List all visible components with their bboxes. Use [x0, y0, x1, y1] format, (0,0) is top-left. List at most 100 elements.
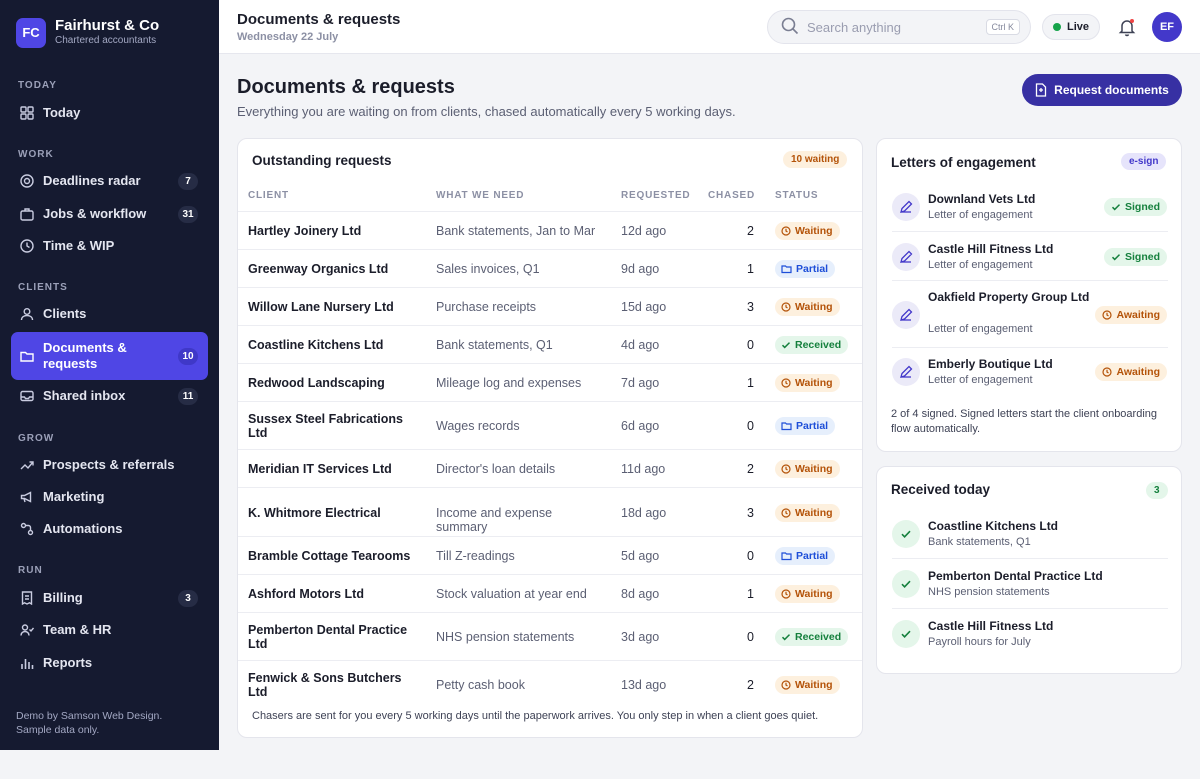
requested-items: Sales invoices, Q1 [436, 262, 540, 276]
sidebar-item-team[interactable]: Team & HR [11, 615, 208, 645]
client-name[interactable]: Sussex Steel Fabrications Ltd [248, 412, 418, 440]
table-row[interactable]: Greenway Organics Ltd Sales invoices, Q1… [238, 249, 862, 287]
sidebar-item-marketing[interactable]: Marketing [11, 482, 208, 512]
check-circle-icon [892, 520, 920, 548]
requested-items: Till Z-readings [436, 549, 515, 563]
sidebar-item-time[interactable]: Time & WIP [11, 231, 208, 261]
column-header-status[interactable]: STATUS [775, 190, 818, 201]
check-icon [781, 634, 791, 641]
brand[interactable]: FC Fairhurst & Co Chartered accountants [16, 17, 159, 48]
table-row[interactable]: Meridian IT Services Ltd Director's loan… [238, 449, 862, 487]
client-name[interactable]: Ashford Motors Ltd [248, 587, 418, 601]
sidebar-item-automations[interactable]: Automations [11, 514, 208, 544]
table-footer-note: Chasers are sent for you every 5 working… [252, 710, 819, 722]
sidebar-item-deadlines[interactable]: Deadlines radar 7 [11, 166, 208, 196]
table-row[interactable]: Hartley Joinery Ltd Bank statements, Jan… [238, 211, 862, 249]
sidebar-item-billing[interactable]: Billing 3 [11, 583, 208, 613]
status-badge: Received [775, 336, 849, 354]
team-icon [19, 622, 35, 638]
signature-status-badge: Signed [1103, 198, 1167, 216]
check-icon [781, 342, 791, 349]
status-label: Partial [796, 263, 829, 275]
requested-items: Bank statements, Q1 [436, 338, 553, 352]
table-row[interactable]: Fenwick & Sons Butchers Ltd Petty cash b… [238, 660, 862, 708]
live-status[interactable]: Live [1042, 14, 1101, 40]
megaphone-icon [19, 489, 35, 505]
column-header-need[interactable]: WHAT WE NEED [436, 190, 524, 201]
sidebar-item-jobs[interactable]: Jobs & workflow 31 [11, 199, 208, 229]
sidebar-item-inbox[interactable]: Shared inbox 11 [11, 381, 208, 411]
outstanding-title: Outstanding requests [252, 153, 392, 168]
engagement-doc-type: Letter of engagement [928, 209, 1033, 221]
engagement-item[interactable]: Emberly Boutique Ltd Letter of engagemen… [877, 348, 1167, 396]
sidebar-item-clients[interactable]: Clients [11, 299, 208, 329]
client-name[interactable]: Redwood Landscaping [248, 376, 418, 390]
client-name[interactable]: Bramble Cottage Tearooms [248, 549, 418, 563]
received-item[interactable]: Coastline Kitchens Ltd Bank statements, … [877, 509, 1167, 559]
search-placeholder: Search anything [807, 19, 901, 35]
engagement-item[interactable]: Downland Vets Ltd Letter of engagement S… [877, 182, 1167, 232]
column-header-chased[interactable]: CHASED [708, 190, 755, 201]
sidebar: FC Fairhurst & Co Chartered accountants … [0, 0, 219, 750]
check-circle-icon [892, 570, 920, 598]
requested-age: 15d ago [621, 300, 667, 314]
client-name[interactable]: Coastline Kitchens Ltd [248, 338, 418, 352]
table-row[interactable]: Bramble Cottage Tearooms Till Z-readings… [238, 536, 862, 574]
folder-icon [781, 265, 792, 274]
column-header-client[interactable]: CLIENT [248, 190, 289, 201]
engagement-item[interactable]: Castle Hill Fitness Ltd Letter of engage… [877, 232, 1167, 281]
chart-icon [19, 655, 35, 671]
nav-section-clients: CLIENTS [18, 282, 68, 293]
engagement-client-name: Downland Vets Ltd [928, 192, 1036, 206]
sidebar-item-label: Deadlines radar [43, 173, 141, 188]
search-input[interactable]: Search anything Ctrl K [767, 10, 1031, 44]
table-row[interactable]: Pemberton Dental Practice Ltd NHS pensio… [238, 612, 862, 660]
column-header-requested[interactable]: REQUESTED [621, 190, 690, 201]
chased-count: 0 [747, 549, 754, 563]
sidebar-item-documents[interactable]: Documents & requests 10 [11, 332, 208, 380]
brand-name: Fairhurst & Co [55, 17, 160, 34]
chased-count: 1 [747, 262, 754, 276]
client-name[interactable]: Pemberton Dental Practice Ltd [248, 623, 418, 651]
client-name[interactable]: Willow Lane Nursery Ltd [248, 300, 418, 314]
chased-count: 2 [747, 678, 754, 692]
clock-icon [781, 507, 791, 518]
pen-icon [892, 242, 920, 271]
request-documents-button[interactable]: Request documents [1022, 74, 1182, 106]
status-label: Waiting [795, 225, 833, 237]
nav-section-work: WORK [18, 149, 54, 160]
table-row[interactable]: Redwood Landscaping Mileage log and expe… [238, 363, 862, 401]
table-row[interactable]: Ashford Motors Ltd Stock valuation at ye… [238, 574, 862, 612]
table-row[interactable]: Sussex Steel Fabrications Ltd Wages reco… [238, 401, 862, 449]
nav-badge: 31 [178, 205, 198, 223]
received-item[interactable]: Pemberton Dental Practice Ltd NHS pensio… [877, 559, 1167, 609]
brand-text: Fairhurst & Co Chartered accountants [55, 17, 159, 48]
brand-subtitle: Chartered accountants [55, 35, 157, 46]
status-badge: Waiting [775, 585, 840, 603]
client-name[interactable]: Meridian IT Services Ltd [248, 462, 418, 476]
status-badge: Waiting [775, 676, 840, 694]
client-name[interactable]: Hartley Joinery Ltd [248, 224, 418, 238]
received-client-name: Pemberton Dental Practice Ltd [928, 569, 1103, 583]
receipt-icon [19, 590, 35, 606]
signature-status-label: Awaiting [1116, 308, 1160, 321]
shortcut-hint: Ctrl K [985, 19, 1020, 35]
client-name[interactable]: Greenway Organics Ltd [248, 262, 418, 276]
table-row[interactable]: Coastline Kitchens Ltd Bank statements, … [238, 325, 862, 363]
table-row[interactable]: K. Whitmore Electrical Income and expens… [238, 487, 862, 536]
table-row[interactable]: Willow Lane Nursery Ltd Purchase receipt… [238, 287, 862, 325]
check-circle-icon [892, 620, 920, 648]
waiting-count-pill: 10 waiting [783, 151, 848, 168]
status-badge: Received [775, 628, 849, 646]
sidebar-item-reports[interactable]: Reports [11, 648, 208, 678]
clock-icon [781, 680, 791, 690]
received-item[interactable]: Castle Hill Fitness Ltd Payroll hours fo… [877, 609, 1167, 659]
client-name[interactable]: K. Whitmore Electrical [248, 506, 418, 520]
sidebar-item-today[interactable]: Today [11, 98, 208, 128]
avatar[interactable]: EF [1152, 12, 1182, 42]
sidebar-item-prospects[interactable]: Prospects & referrals [11, 450, 208, 480]
client-name[interactable]: Fenwick & Sons Butchers Ltd [248, 671, 418, 699]
status-label: Waiting [795, 588, 833, 600]
engagement-item[interactable]: Oakfield Property Group Ltd Letter of en… [877, 281, 1167, 348]
bell-icon[interactable] [1117, 17, 1137, 37]
